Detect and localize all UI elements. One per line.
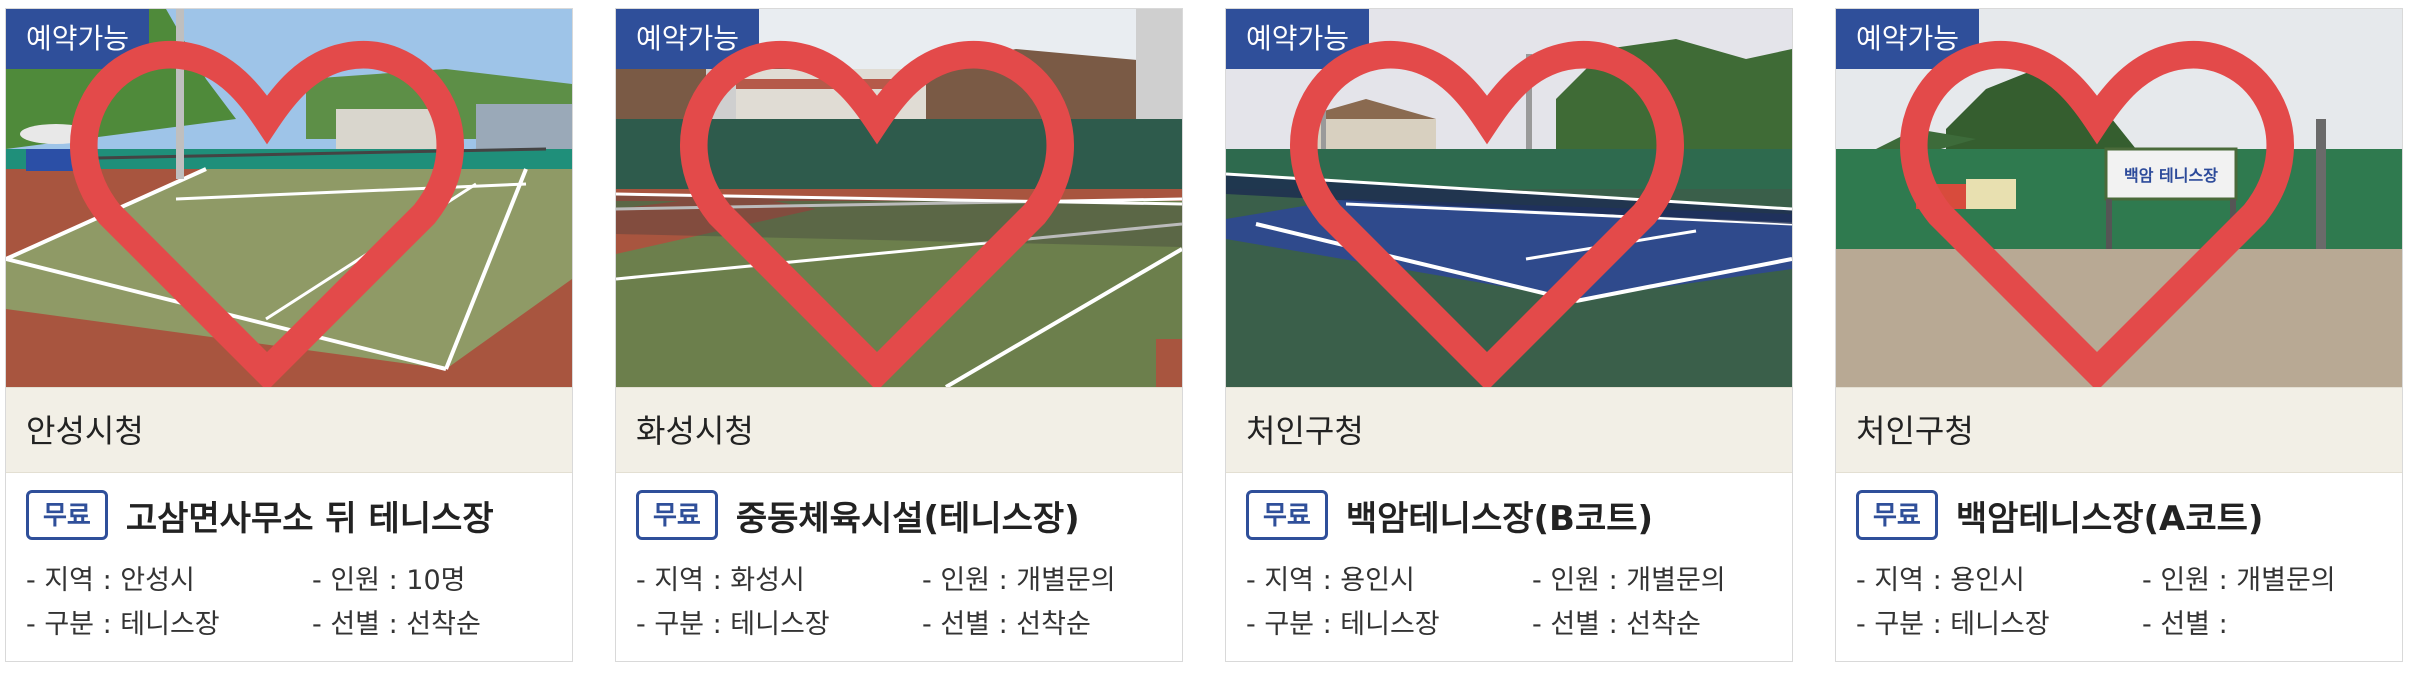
region-text: - 지역 : 안성시: [26, 565, 195, 596]
facility-card[interactable]: 백암 테니스장 예약가능 처인구청 무료 백암테니스장(A코트) - 지역 : …: [1835, 8, 2403, 662]
title-row: 무료 백암테니스장(A코트): [1856, 487, 2263, 543]
fee-tag: 무료: [1246, 490, 1328, 540]
agency-name: 처인구청: [1226, 387, 1792, 473]
selection-text: - 선별 : 선착순: [1532, 609, 1701, 640]
title-row: 무료 고삼면사무소 뒤 테니스장: [26, 487, 494, 543]
facility-title[interactable]: 백암테니스장(B코트): [1346, 491, 1653, 540]
facility-info: - 지역 : 용인시 - 인원 : 개별문의 - 구분 : 테니스장 - 선별 …: [1856, 559, 2396, 647]
facility-info: - 지역 : 용인시 - 인원 : 개별문의 - 구분 : 테니스장 - 선별 …: [1246, 559, 1786, 647]
category-text: - 구분 : 테니스장: [26, 609, 220, 640]
capacity-text: - 인원 : 10명: [312, 565, 466, 596]
facility-title[interactable]: 고삼면사무소 뒤 테니스장: [126, 491, 494, 540]
title-row: 무료 중동체육시설(테니스장): [636, 487, 1080, 543]
fee-tag: 무료: [26, 490, 108, 540]
facility-card[interactable]: 예약가능 처인구청 무료 백암테니스장(B코트) - 지역 : 용인시 - 인원…: [1225, 8, 1793, 662]
capacity-text: - 인원 : 개별문의: [1532, 565, 1726, 596]
region-text: - 지역 : 용인시: [1246, 565, 1415, 596]
selection-text: - 선별 :: [2142, 609, 2228, 640]
heart-outline-icon[interactable]: [6, 25, 550, 387]
facility-card[interactable]: 예약가능 안성시청 무료 고삼면사무소 뒤 테니스장 - 지역 : 안성시 - …: [5, 8, 573, 662]
agency-name: 처인구청: [1836, 387, 2402, 473]
heart-outline-icon[interactable]: [1226, 25, 1770, 387]
facility-info: - 지역 : 안성시 - 인원 : 10명 - 구분 : 테니스장 - 선별 :…: [26, 559, 566, 647]
agency-name: 안성시청: [6, 387, 572, 473]
facility-photo[interactable]: 예약가능: [1226, 9, 1792, 387]
agency-name: 화성시청: [616, 387, 1182, 473]
facility-photo[interactable]: 백암 테니스장 예약가능: [1836, 9, 2402, 387]
facility-card[interactable]: 예약가능 화성시청 무료 중동체육시설(테니스장) - 지역 : 화성시 - 인…: [615, 8, 1183, 662]
capacity-text: - 인원 : 개별문의: [922, 565, 1116, 596]
region-text: - 지역 : 용인시: [1856, 565, 2025, 596]
fee-tag: 무료: [1856, 490, 1938, 540]
category-text: - 구분 : 테니스장: [636, 609, 830, 640]
heart-outline-icon[interactable]: [616, 25, 1160, 387]
title-row: 무료 백암테니스장(B코트): [1246, 487, 1653, 543]
facility-title[interactable]: 중동체육시설(테니스장): [736, 491, 1080, 540]
facility-card-grid: 예약가능 안성시청 무료 고삼면사무소 뒤 테니스장 - 지역 : 안성시 - …: [0, 0, 2414, 678]
facility-info: - 지역 : 화성시 - 인원 : 개별문의 - 구분 : 테니스장 - 선별 …: [636, 559, 1176, 647]
selection-text: - 선별 : 선착순: [922, 609, 1091, 640]
capacity-text: - 인원 : 개별문의: [2142, 565, 2336, 596]
facility-photo[interactable]: 예약가능: [616, 9, 1182, 387]
facility-title[interactable]: 백암테니스장(A코트): [1956, 491, 2264, 540]
facility-photo[interactable]: 예약가능: [6, 9, 572, 387]
category-text: - 구분 : 테니스장: [1856, 609, 2050, 640]
category-text: - 구분 : 테니스장: [1246, 609, 1440, 640]
region-text: - 지역 : 화성시: [636, 565, 805, 596]
selection-text: - 선별 : 선착순: [312, 609, 481, 640]
heart-outline-icon[interactable]: [1836, 25, 2380, 387]
fee-tag: 무료: [636, 490, 718, 540]
